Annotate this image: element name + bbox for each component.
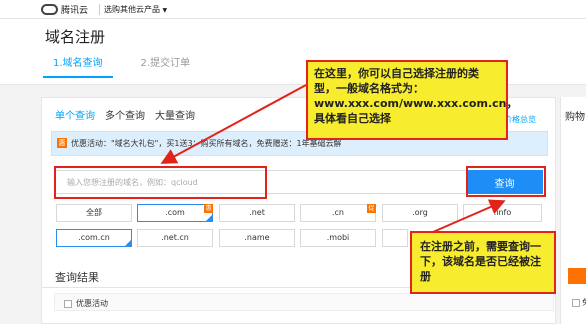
suffix-label: 全部: [86, 208, 102, 217]
results-title: 查询结果: [55, 271, 99, 284]
page-title: 域名注册: [45, 28, 106, 46]
step-indicator: 1.域名查询 2.提交订单: [43, 54, 200, 78]
suffix-option-name[interactable]: .name: [219, 229, 295, 247]
promo-checkbox[interactable]: [64, 299, 72, 308]
suffix-option-info[interactable]: .info: [463, 204, 542, 222]
chevron-down-icon: ▼: [162, 7, 168, 14]
suffix-label: .cn: [331, 208, 344, 217]
step-submit-order: 2.提交订单: [140, 58, 191, 69]
suffix-option-cn[interactable]: .cn 促: [300, 204, 376, 222]
price-overview-link[interactable]: 价格总览: [504, 114, 536, 125]
query-tabs: 单个查询 多个查询 大量查询: [55, 107, 195, 122]
suffix-label: .mobi: [326, 233, 350, 242]
suffix-label: .info: [493, 208, 512, 217]
suffix-option-com[interactable]: .com 惠: [137, 204, 213, 222]
top-bar: 腾讯云 选购其他云产品 ▼: [0, 0, 586, 19]
other-products-label: 选购其他云产品: [104, 5, 160, 14]
suffix-label: .org: [412, 208, 428, 217]
input-highlight-box: [54, 166, 267, 199]
suffix-option-all[interactable]: 全部: [56, 204, 132, 222]
suffix-label: .net: [249, 208, 265, 217]
selected-corner-icon: [125, 240, 131, 246]
suffix-label: .net.cn: [161, 233, 189, 242]
tab-multiple-query[interactable]: 多个查询: [105, 107, 145, 122]
suffix-option-net-cn[interactable]: .net.cn: [137, 229, 213, 247]
suffix-label: .com.cn: [78, 233, 110, 242]
suffix-option-com-cn[interactable]: .com.cn: [56, 229, 132, 247]
suffix-option-net[interactable]: .net: [219, 204, 295, 222]
results-filter-row: [54, 293, 554, 311]
suffix-option-mobi[interactable]: .mobi: [300, 229, 376, 247]
promo-badge-icon: 惠: [204, 204, 213, 213]
annotation-callout-2: 在注册之前，需要查询一下，该域名是否已经被注册: [410, 231, 556, 294]
cart-checkbox-label: 免: [582, 297, 586, 308]
tab-bulk-query[interactable]: 大量查询: [155, 107, 195, 122]
promo-checkbox-label: 优惠活动: [76, 299, 108, 308]
cart-checkbox[interactable]: [572, 298, 580, 307]
step-domain-query[interactable]: 1.域名查询: [43, 54, 113, 78]
tab-single-query[interactable]: 单个查询: [55, 107, 95, 122]
suffix-label: .com: [165, 208, 185, 217]
logo-text: 腾讯云: [61, 6, 89, 16]
promo-filter[interactable]: 优惠活动: [64, 298, 108, 309]
suffix-option-org[interactable]: .org: [382, 204, 458, 222]
promo-badge-icon: 促: [367, 204, 376, 213]
other-products-menu[interactable]: 选购其他云产品 ▼: [104, 4, 167, 15]
topbar-divider: [99, 4, 100, 15]
annotation-callout-1: 在这里，你可以自己选择注册的类型，一般域名格式为：www.xxx.com/www…: [306, 60, 517, 140]
suffix-label: .name: [244, 233, 270, 242]
cart-sidebar: [560, 97, 586, 324]
selected-corner-icon: [206, 215, 212, 221]
promo-badge-icon: 惠: [57, 138, 67, 148]
logo[interactable]: 腾讯云: [41, 3, 88, 16]
cloud-logo-icon: [41, 4, 58, 15]
promo-text: 优惠活动："域名大礼包"，买1送3：购买所有域名，免费赠送：1年基础云解析、1年…: [71, 139, 341, 148]
button-highlight-box: [466, 166, 546, 197]
cart-option[interactable]: 免: [572, 297, 586, 308]
cart-action-button[interactable]: [568, 268, 586, 284]
suffix-option-more-1[interactable]: [382, 229, 408, 247]
cart-title: 购物: [565, 112, 585, 123]
